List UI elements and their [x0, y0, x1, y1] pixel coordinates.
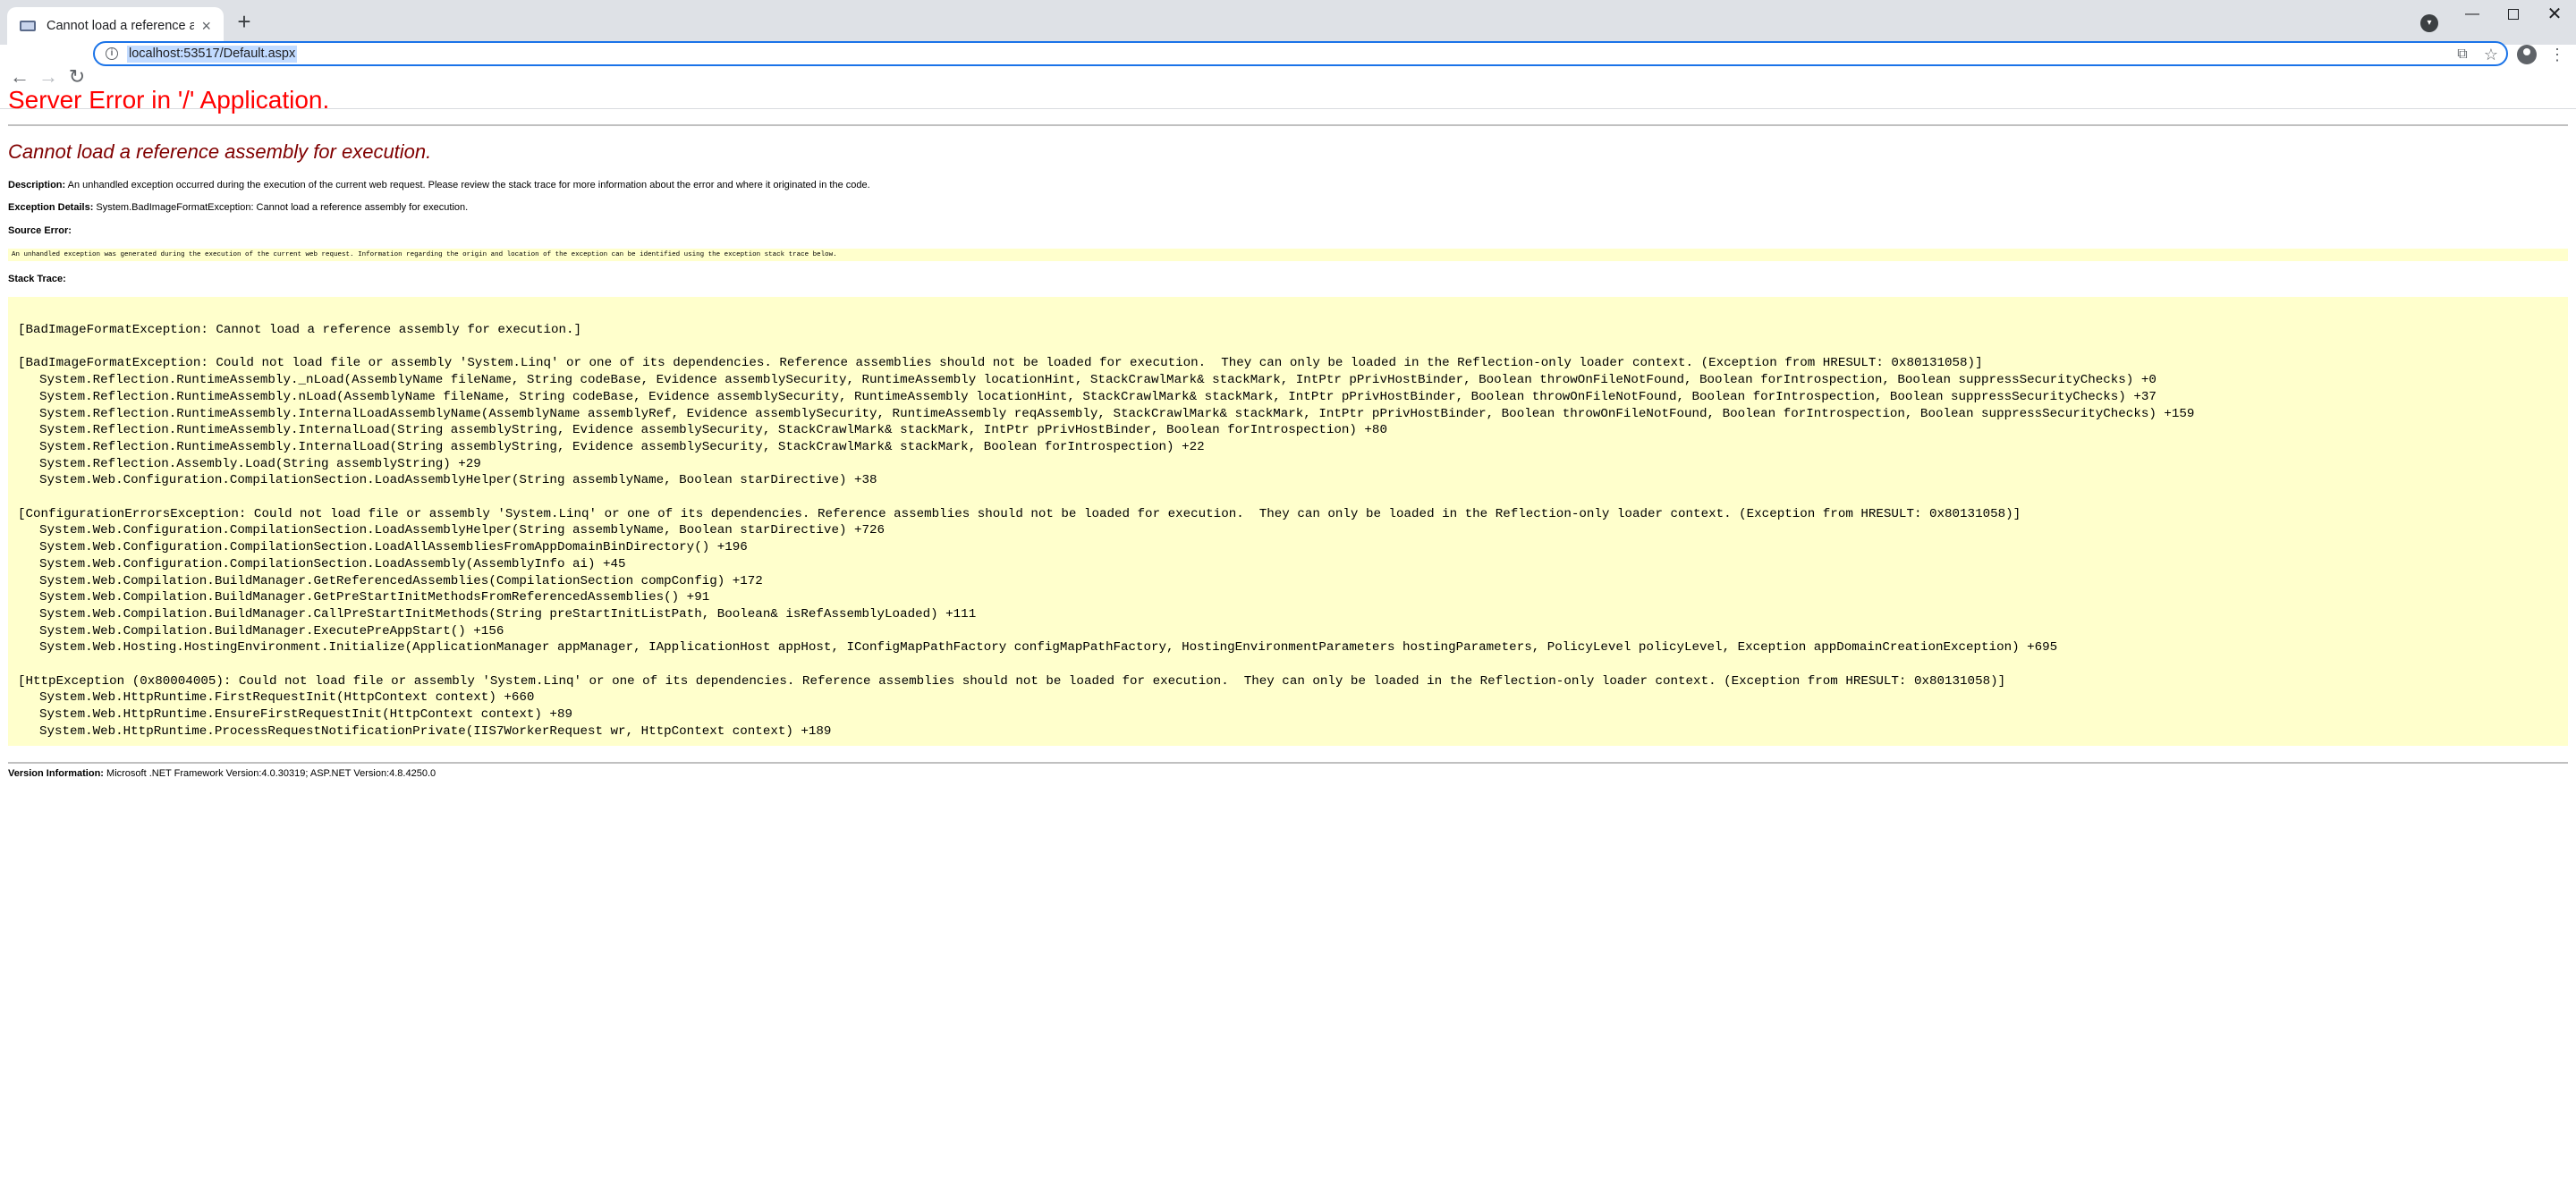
browser-menu-icon[interactable]: ⋮ — [2547, 45, 2567, 64]
stack-block: [HttpException (0x80004005): Could not l… — [18, 673, 2558, 740]
tab-close-icon[interactable]: × — [201, 18, 211, 34]
exception-details-label: Exception Details: — [8, 202, 94, 213]
window-close-button[interactable]: ✕ — [2528, 0, 2576, 29]
server-error-title: Server Error in '/' Application. — [8, 86, 330, 114]
install-app-icon[interactable]: ⧉ — [2453, 45, 2472, 64]
stack-frame: System.Reflection.RuntimeAssembly._nLoad… — [39, 373, 2157, 388]
stack-exception-header: [BadImageFormatException: Could not load… — [18, 356, 1983, 371]
site-info-icon[interactable]: i — [106, 47, 118, 60]
description-line: Description: An unhandled exception occu… — [8, 180, 2568, 190]
address-bar[interactable] — [93, 41, 2508, 66]
version-label: Version Information: — [8, 768, 104, 779]
stack-frame: System.Web.HttpRuntime.EnsureFirstReques… — [39, 707, 572, 723]
stack-frame: System.Web.Compilation.BuildManager.Exec… — [39, 623, 504, 639]
stack-block: [ConfigurationErrorsException: Could not… — [18, 506, 2558, 656]
description-text: An unhandled exception occurred during t… — [67, 180, 870, 190]
stack-frame: System.Reflection.RuntimeAssembly.Intern… — [39, 406, 2195, 421]
stack-trace-box: [BadImageFormatException: Cannot load a … — [8, 297, 2568, 746]
stack-frame: System.Reflection.RuntimeAssembly.Intern… — [39, 423, 1387, 438]
stack-block: [BadImageFormatException: Could not load… — [18, 355, 2558, 489]
tab-strip: Cannot load a reference assembly for exe… — [0, 0, 2576, 45]
stack-frame: System.Reflection.RuntimeAssembly.nLoad(… — [39, 389, 2157, 404]
stack-frame: System.Web.Configuration.CompilationSect… — [39, 473, 877, 488]
new-tab-button[interactable]: + — [231, 9, 258, 36]
description-label: Description: — [8, 180, 66, 190]
stack-frame: System.Web.HttpRuntime.ProcessRequestNot… — [39, 723, 832, 739]
exception-details-line: Exception Details: System.BadImageFormat… — [8, 202, 2568, 213]
stack-trace-label: Stack Trace: — [8, 274, 66, 284]
divider — [8, 124, 2568, 126]
profile-avatar-icon[interactable] — [2517, 45, 2537, 64]
stack-frame: System.Web.Hosting.HostingEnvironment.In… — [39, 640, 2058, 655]
tab-active[interactable]: Cannot load a reference assembly for exe… — [7, 7, 224, 45]
stack-frame: System.Web.Compilation.BuildManager.Call… — [39, 606, 977, 622]
source-error-label: Source Error: — [8, 225, 72, 236]
error-message-title: Cannot load a reference assembly for exe… — [8, 140, 432, 163]
stack-frame: System.Web.Compilation.BuildManager.GetR… — [39, 573, 763, 588]
tab-search-icon[interactable]: ▾ — [2420, 14, 2438, 32]
stack-frame: System.Web.HttpRuntime.FirstRequestInit(… — [39, 690, 535, 706]
version-information: Version Information: Microsoft .NET Fram… — [8, 768, 2568, 779]
stack-frame: System.Web.Configuration.CompilationSect… — [39, 556, 626, 571]
exception-details-text: System.BadImageFormatException: Cannot l… — [96, 202, 469, 213]
stack-frame: System.Web.Configuration.CompilationSect… — [39, 523, 886, 538]
source-error-box: An unhandled exception was generated dur… — [8, 249, 2568, 261]
stack-frame: System.Web.Compilation.BuildManager.GetP… — [39, 590, 710, 605]
divider — [8, 762, 2568, 764]
version-text: Microsoft .NET Framework Version:4.0.303… — [106, 768, 436, 779]
tab-title: Cannot load a reference assembly for exe… — [47, 19, 195, 33]
address-bar-url[interactable]: localhost:53517/Default.aspx — [127, 46, 298, 63]
stack-block: [BadImageFormatException: Cannot load a … — [18, 322, 2558, 339]
page-favicon-icon — [20, 21, 36, 31]
stack-exception-header: [BadImageFormatException: Cannot load a … — [18, 323, 582, 337]
stack-frame: System.Web.Configuration.CompilationSect… — [39, 540, 748, 555]
stack-exception-header: [HttpException (0x80004005): Could not l… — [18, 673, 2006, 689]
bookmark-star-icon[interactable]: ☆ — [2481, 45, 2501, 64]
error-page: Server Error in '/' Application. Cannot … — [0, 70, 2576, 1201]
stack-frame: System.Reflection.Assembly.Load(String a… — [39, 456, 481, 471]
stack-exception-header: [ConfigurationErrorsException: Could not… — [18, 506, 2021, 521]
stack-frame: System.Reflection.RuntimeAssembly.Intern… — [39, 439, 1205, 454]
maximize-icon — [2508, 8, 2519, 20]
